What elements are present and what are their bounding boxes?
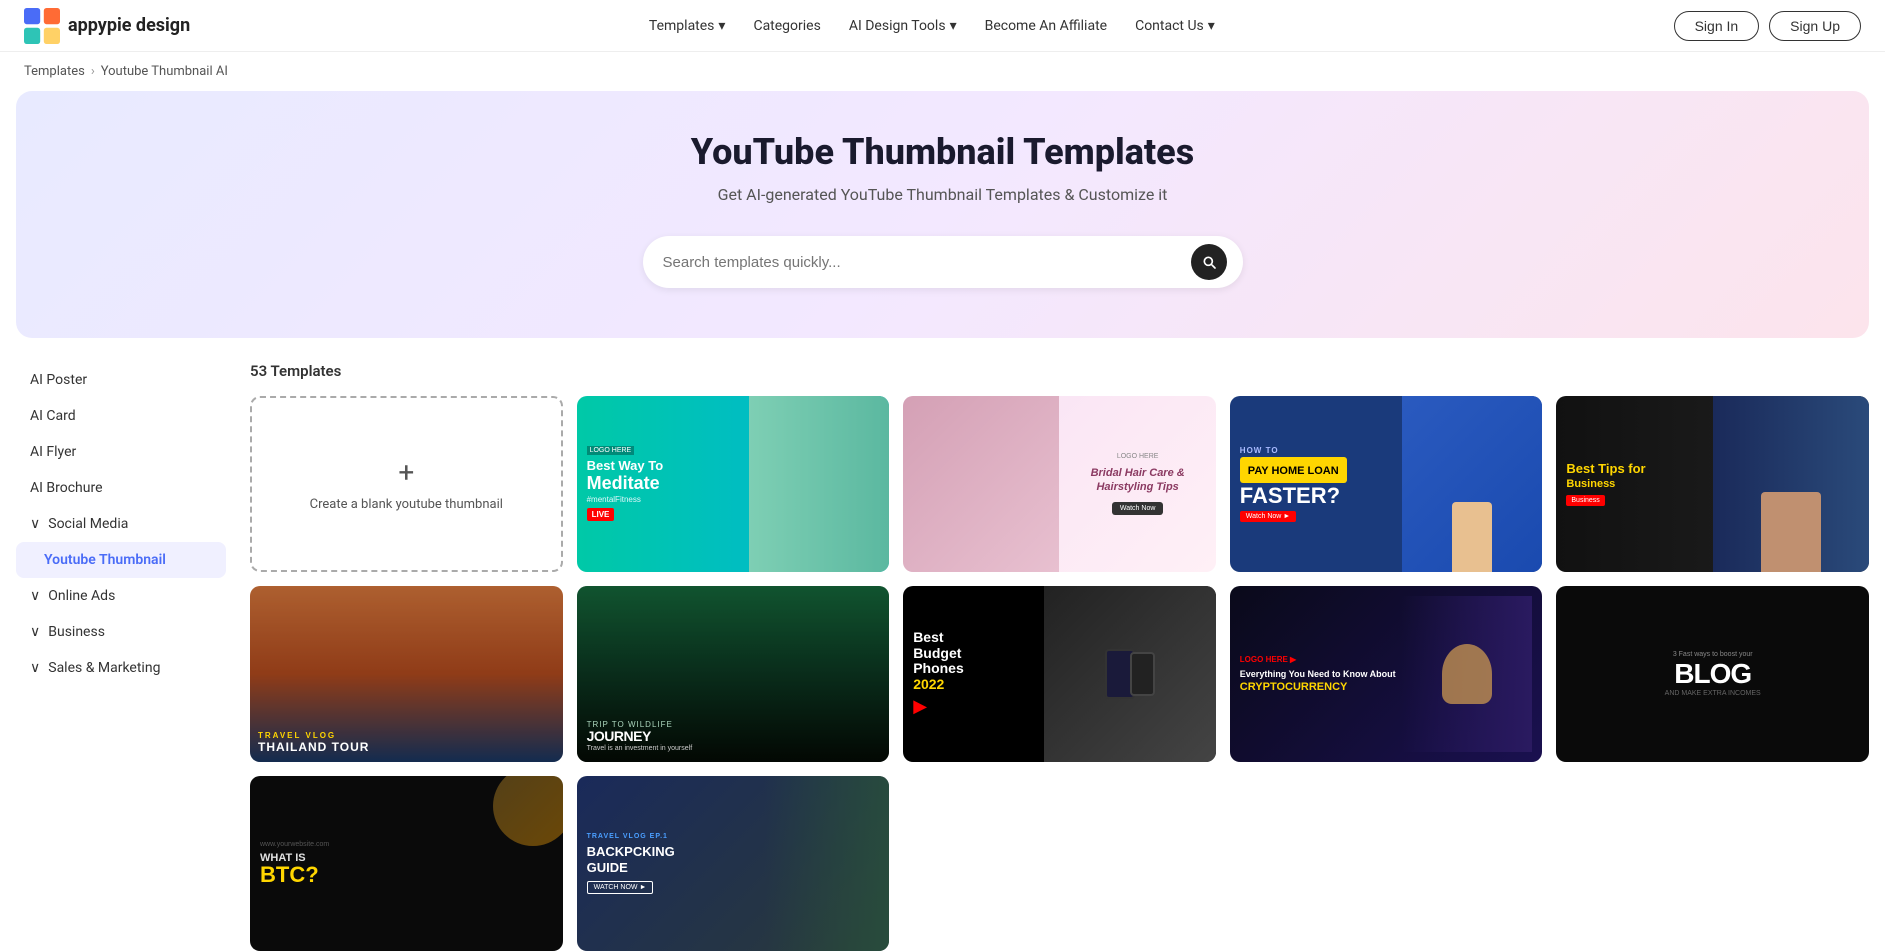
breadcrumb-current: Youtube Thumbnail AI [101,64,228,79]
template-wildlife[interactable]: TRIP TO WILDLIFE JOURNEY Travel is an in… [577,586,890,762]
template-crypto[interactable]: LOGO HERE ▶ Everything You Need to Know … [1230,586,1543,762]
template-business[interactable]: Best Tips forBusiness Business [1556,396,1869,572]
template-btc[interactable]: www.yourwebsite.com WHAT IS BTC? [250,776,563,951]
chevron-right-icon: ∨ [30,660,40,676]
breadcrumb-separator: › [91,64,95,79]
sidebar-item-ai-brochure[interactable]: AI Brochure [16,470,226,506]
hero-subtitle: Get AI-generated YouTube Thumbnail Templ… [36,185,1849,204]
search-icon [1201,254,1217,270]
sidebar-group-business[interactable]: ∨ Business [16,614,226,650]
template-bridal[interactable]: LOGO HERE Bridal Hair Care &Hairstyling … [903,396,1216,572]
templates-grid: + Create a blank youtube thumbnail LOGO … [250,396,1869,951]
chevron-down-icon: ▾ [718,18,725,34]
template-phones[interactable]: BestBudgetPhones 2022 ▶ [903,586,1216,762]
template-backpacking[interactable]: TRAVEL VLOG EP.1 BACKPCKINGGUIDE WATCH N… [577,776,890,951]
templates-count: 53 Templates [250,362,1869,380]
chevron-down-icon: ∨ [30,516,40,532]
breadcrumb-templates[interactable]: Templates [24,64,85,79]
create-blank-label: Create a blank youtube thumbnail [310,497,503,512]
header: appypie design Templates ▾ Categories AI… [0,0,1885,52]
main-nav: Templates ▾ Categories AI Design Tools ▾… [649,18,1215,34]
nav-categories[interactable]: Categories [753,18,820,34]
nav-ai-design-tools[interactable]: AI Design Tools ▾ [849,18,957,34]
content-area: 53 Templates + Create a blank youtube th… [250,362,1869,951]
template-meditate[interactable]: LOGO HERE Best Way ToMeditate #mentalFit… [577,396,890,572]
plus-icon: + [398,456,414,489]
sidebar-group-sales-marketing[interactable]: ∨ Sales & Marketing [16,650,226,686]
sidebar-group-social-media[interactable]: ∨ Social Media [16,506,226,542]
nav-contact[interactable]: Contact Us ▾ [1135,18,1215,34]
template-blog[interactable]: 3 Fast ways to boost your BLOG AND MAKE … [1556,586,1869,762]
logo-icon [24,8,60,44]
chevron-down-icon: ▾ [1208,18,1215,34]
signin-button[interactable]: Sign In [1674,11,1760,41]
hero-section: YouTube Thumbnail Templates Get AI-gener… [16,91,1869,338]
hero-title: YouTube Thumbnail Templates [36,131,1849,173]
sidebar-item-ai-flyer[interactable]: AI Flyer [16,434,226,470]
sidebar: AI Poster AI Card AI Flyer AI Brochure ∨… [16,362,226,951]
nav-templates[interactable]: Templates ▾ [649,18,726,34]
chevron-right-icon: ∨ [30,624,40,640]
logo-text: appypie design [68,15,190,36]
header-actions: Sign In Sign Up [1674,11,1861,41]
chevron-down-icon: ▾ [950,18,957,34]
chevron-right-icon: ∨ [30,588,40,604]
logo[interactable]: appypie design [24,8,190,44]
create-blank-card[interactable]: + Create a blank youtube thumbnail [250,396,563,572]
main-layout: AI Poster AI Card AI Flyer AI Brochure ∨… [0,362,1885,951]
signup-button[interactable]: Sign Up [1769,11,1861,41]
nav-affiliate[interactable]: Become An Affiliate [985,18,1107,34]
sidebar-group-online-ads[interactable]: ∨ Online Ads [16,578,226,614]
sidebar-item-ai-card[interactable]: AI Card [16,398,226,434]
template-thailand[interactable]: TRAVEL VLOG THAILAND TOUR [250,586,563,762]
sidebar-item-ai-poster[interactable]: AI Poster [16,362,226,398]
sidebar-item-youtube-thumbnail[interactable]: Youtube Thumbnail [16,542,226,578]
breadcrumb: Templates › Youtube Thumbnail AI [0,52,1885,91]
search-input[interactable] [663,254,1191,271]
template-loan[interactable]: HOW TO PAY HOME LOAN FASTER? Watch Now ► [1230,396,1543,572]
search-button[interactable] [1191,244,1227,280]
search-bar [643,236,1243,288]
